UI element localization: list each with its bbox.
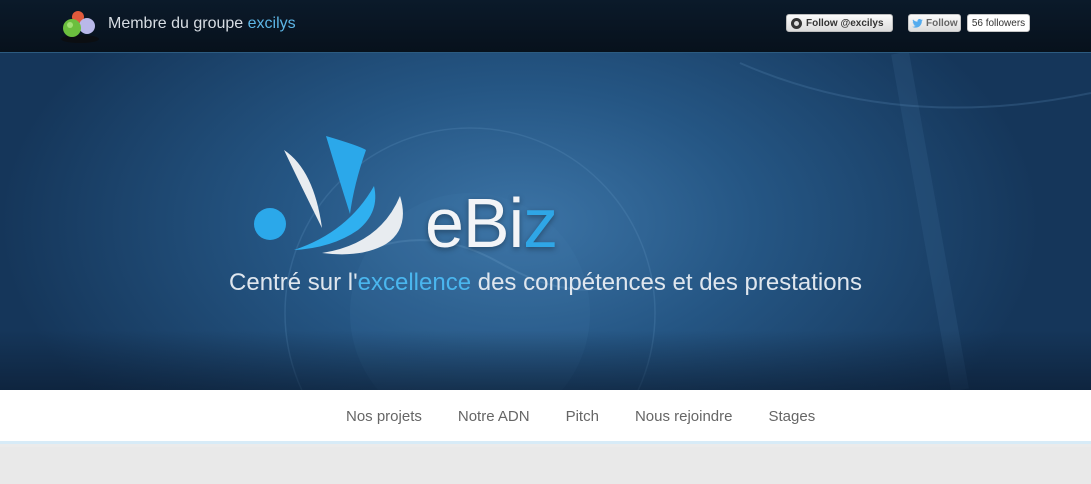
nav-item-nos-projets[interactable]: Nos projets — [328, 408, 440, 425]
nav-list: Nos projets Notre ADN Pitch Nous rejoind… — [328, 408, 833, 425]
tagline-suffix: des compétences et des prestations — [471, 269, 862, 296]
nav-item-pitch[interactable]: Pitch — [548, 408, 617, 425]
brand-accent-text: z — [523, 184, 558, 262]
brand-main-text: eBi — [425, 184, 524, 262]
group-label-text: Membre du groupe — [108, 15, 244, 32]
ebiz-brand-name: eBiz — [425, 178, 558, 268]
main-navigation: Nos projets Notre ADN Pitch Nous rejoind… — [0, 390, 1091, 444]
twitter-followers-count[interactable]: 56 followers — [967, 14, 1030, 32]
nav-item-notre-adn[interactable]: Notre ADN — [440, 408, 548, 425]
github-follow-label: Follow @excilys — [806, 17, 884, 29]
twitter-bird-icon — [912, 18, 923, 28]
hero-tagline: Centré sur l'excellence des compétences … — [0, 269, 1091, 297]
excilys-logo-icon[interactable] — [58, 8, 102, 44]
github-follow-button[interactable]: Follow @excilys — [786, 14, 893, 32]
nav-item-nous-rejoindre[interactable]: Nous rejoindre — [617, 408, 751, 425]
tagline-prefix: Centré sur l' — [229, 269, 358, 296]
tagline-accent: excellence — [357, 269, 472, 296]
group-name-link[interactable]: excilys — [248, 15, 296, 32]
twitter-follow-label: Follow — [926, 17, 958, 29]
top-bar: Membre du groupe excilys Follow @excilys… — [0, 0, 1091, 53]
twitter-follow-button[interactable]: Follow — [908, 14, 961, 32]
page-content-background — [0, 447, 1091, 484]
hero-banner: eBiz Centré sur l'excellence des compéte… — [0, 53, 1091, 390]
github-icon — [791, 17, 802, 29]
hero-bottom-shade — [0, 330, 1091, 390]
group-membership-label: Membre du groupe excilys — [108, 15, 296, 33]
nav-item-stages[interactable]: Stages — [751, 408, 834, 425]
ebiz-logo-mark — [254, 136, 403, 255]
